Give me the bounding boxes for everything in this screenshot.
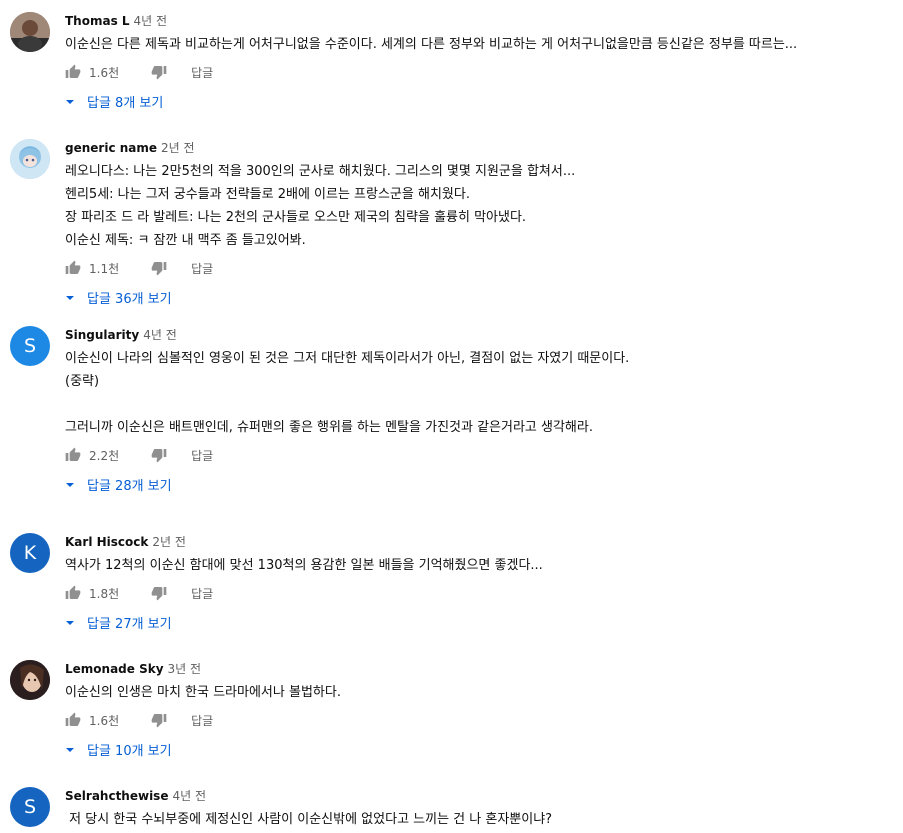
comment-text: 이순신은 다른 제독과 비교하는게 어처구니없을 수준이다. 세계의 다른 정부… bbox=[65, 37, 798, 52]
avatar[interactable]: S bbox=[10, 787, 50, 827]
comment-time[interactable]: 2년 전 bbox=[161, 141, 195, 155]
thumbs-down-icon bbox=[151, 262, 167, 276]
avatar-letter: K bbox=[23, 542, 37, 564]
reply-button[interactable]: 답글 bbox=[191, 64, 213, 81]
comment-actions: 1.8천 답글 bbox=[65, 577, 893, 609]
like-button[interactable] bbox=[65, 585, 81, 601]
comment-header: Thomas L 4년 전 bbox=[65, 12, 893, 30]
dislike-button[interactable] bbox=[151, 585, 167, 601]
thumbs-up-icon bbox=[65, 64, 81, 78]
view-replies-label: 답글 8개 보기 bbox=[87, 96, 164, 111]
thumbs-up-icon bbox=[65, 585, 81, 599]
thumbs-down-icon bbox=[151, 587, 167, 601]
dislike-button[interactable] bbox=[151, 447, 167, 463]
thumbs-up-icon bbox=[65, 447, 81, 461]
caret-down-icon bbox=[66, 99, 74, 104]
avatar-photo bbox=[10, 139, 50, 179]
comment-time[interactable]: 4년 전 bbox=[172, 789, 206, 803]
author-name[interactable]: Selrahcthewise bbox=[65, 789, 168, 803]
avatar[interactable] bbox=[10, 139, 50, 179]
view-replies-button[interactable]: 답글 36개 보기 bbox=[65, 284, 893, 311]
dislike-button[interactable] bbox=[151, 64, 167, 80]
author-name[interactable]: Karl Hiscock bbox=[65, 535, 148, 549]
comment-text: 이순신의 인생은 마치 한국 드라마에서나 볼법하다. bbox=[65, 685, 341, 700]
comment-header: Selrahcthewise 4년 전 bbox=[65, 787, 893, 805]
thumbs-up-icon bbox=[65, 712, 81, 726]
avatar[interactable] bbox=[10, 660, 50, 700]
comment-actions: 1.1천 답글 bbox=[65, 252, 893, 284]
comment-actions: 1.6천 답글 bbox=[65, 56, 893, 88]
view-replies-button[interactable]: 답글 28개 보기 bbox=[65, 471, 893, 498]
view-replies-label: 답글 36개 보기 bbox=[87, 292, 172, 307]
view-replies-label: 답글 10개 보기 bbox=[87, 744, 172, 759]
like-count: 1.6천 bbox=[89, 65, 120, 80]
view-replies-label: 답글 27개 보기 bbox=[87, 617, 172, 632]
comment-text: 레오니다스: 나는 2만5천의 적을 300인의 군사로 해치웠다. 그리스의 … bbox=[65, 164, 576, 248]
caret-down-icon bbox=[66, 482, 74, 487]
view-replies-button[interactable]: 답글 8개 보기 bbox=[65, 88, 893, 115]
author-name[interactable]: Thomas L bbox=[65, 14, 130, 28]
avatar-letter: S bbox=[23, 796, 37, 818]
thumbs-down-icon bbox=[151, 66, 167, 80]
comment-text: 역사가 12척의 이순신 함대에 맞선 130척의 용감한 일본 배들을 기억해… bbox=[65, 558, 543, 573]
reply-button[interactable]: 답글 bbox=[191, 712, 213, 729]
avatar[interactable]: S bbox=[10, 326, 50, 366]
avatar-letter: S bbox=[23, 335, 37, 357]
caret-down-icon bbox=[66, 620, 74, 625]
thumbs-down-icon bbox=[151, 714, 167, 728]
like-count: 1.6천 bbox=[89, 713, 120, 728]
author-name[interactable]: Singularity bbox=[65, 328, 139, 342]
like-count: 2.2천 bbox=[89, 448, 120, 463]
like-count: 1.8천 bbox=[89, 586, 120, 601]
reply-button[interactable]: 답글 bbox=[191, 585, 213, 602]
comment-header: Karl Hiscock 2년 전 bbox=[65, 533, 893, 551]
like-button[interactable] bbox=[65, 260, 81, 276]
comment-time[interactable]: 4년 전 bbox=[134, 14, 168, 28]
avatar-photo bbox=[10, 660, 50, 700]
view-replies-button[interactable]: 답글 27개 보기 bbox=[65, 609, 893, 636]
caret-down-icon bbox=[66, 295, 74, 300]
comment-time[interactable]: 4년 전 bbox=[143, 328, 177, 342]
comment-time[interactable]: 2년 전 bbox=[152, 535, 186, 549]
comment-actions: 2.2천 답글 bbox=[65, 439, 893, 471]
thumbs-down-icon bbox=[151, 449, 167, 463]
comment-actions: 1.6천 답글 bbox=[65, 704, 893, 736]
view-replies-label: 답글 28개 보기 bbox=[87, 479, 172, 494]
comment-text: 저 당시 한국 수뇌부중에 제정신인 사람이 이순신밖에 없었다고 느끼는 건 … bbox=[65, 812, 553, 827]
thumbs-up-icon bbox=[65, 260, 81, 274]
reply-button[interactable]: 답글 bbox=[191, 447, 213, 464]
author-name[interactable]: generic name bbox=[65, 141, 157, 155]
comment-header: generic name 2년 전 bbox=[65, 139, 893, 157]
dislike-button[interactable] bbox=[151, 712, 167, 728]
author-name[interactable]: Lemonade Sky bbox=[65, 662, 164, 676]
comment-time[interactable]: 3년 전 bbox=[168, 662, 202, 676]
like-button[interactable] bbox=[65, 64, 81, 80]
avatar[interactable] bbox=[10, 12, 50, 52]
comment-header: Singularity 4년 전 bbox=[65, 326, 893, 344]
view-replies-button[interactable]: 답글 10개 보기 bbox=[65, 736, 893, 763]
caret-down-icon bbox=[66, 747, 74, 752]
dislike-button[interactable] bbox=[151, 260, 167, 276]
like-button[interactable] bbox=[65, 447, 81, 463]
like-count: 1.1천 bbox=[89, 261, 120, 276]
comment-header: Lemonade Sky 3년 전 bbox=[65, 660, 893, 678]
avatar-photo bbox=[10, 12, 50, 52]
comment-text: 이순신이 나라의 심볼적인 영웅이 된 것은 그저 대단한 제독이라서가 아닌,… bbox=[65, 351, 630, 435]
reply-button[interactable]: 답글 bbox=[191, 260, 213, 277]
avatar[interactable]: K bbox=[10, 533, 50, 573]
like-button[interactable] bbox=[65, 712, 81, 728]
